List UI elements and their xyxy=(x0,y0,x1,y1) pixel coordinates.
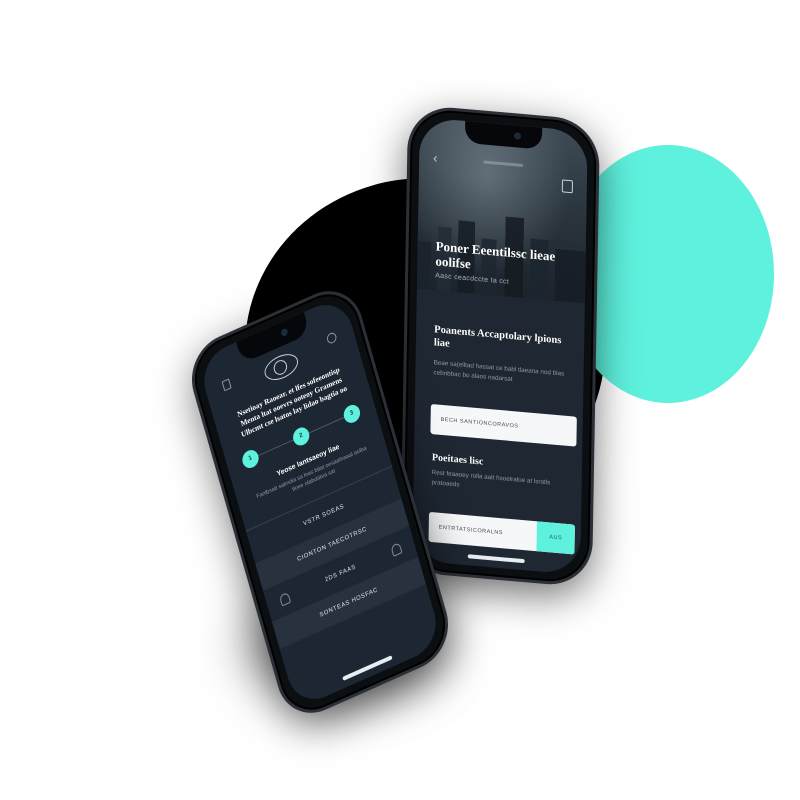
text-input-2[interactable]: ENTRTATSICORALNS xyxy=(438,513,503,549)
step-1[interactable]: 1 xyxy=(240,447,261,471)
text-input[interactable]: BECH SANTIONCORAVOS xyxy=(430,403,577,447)
section-title: Poanents Accaptolary lpions liae xyxy=(433,324,562,350)
step-3[interactable]: 3 xyxy=(341,402,363,426)
person-icon xyxy=(390,542,403,557)
document-icon[interactable] xyxy=(221,378,232,392)
settings-icon[interactable] xyxy=(325,331,338,345)
right-phone-screen: ‹ Poner Eeentilssc lieae oolifse Aasc ce… xyxy=(412,116,588,576)
person-icon xyxy=(278,591,292,607)
step-2[interactable]: 2 xyxy=(291,424,312,449)
camera-icon xyxy=(280,327,289,338)
scene: ‹ Poner Eeentilssc lieae oolifse Aasc ce… xyxy=(0,0,800,800)
logo-icon xyxy=(261,349,301,386)
section-text: Beae sa(elltad hassat ce babl tlaeana no… xyxy=(433,359,565,384)
share-icon[interactable] xyxy=(561,179,573,194)
camera-icon xyxy=(513,132,521,140)
home-indicator[interactable] xyxy=(342,654,393,681)
list-item-label: VSTR SOEAS xyxy=(302,503,345,528)
submit-button[interactable]: AUS xyxy=(536,521,575,555)
right-phone: ‹ Poner Eeentilssc lieae oolifse Aasc ce… xyxy=(399,103,601,589)
input-with-button: ENTRTATSICORALNS AUS xyxy=(428,511,575,555)
home-indicator[interactable] xyxy=(467,554,525,564)
back-arrow-icon[interactable]: ‹ xyxy=(433,150,438,165)
list-item-label: 2DS FAAS xyxy=(324,564,357,584)
